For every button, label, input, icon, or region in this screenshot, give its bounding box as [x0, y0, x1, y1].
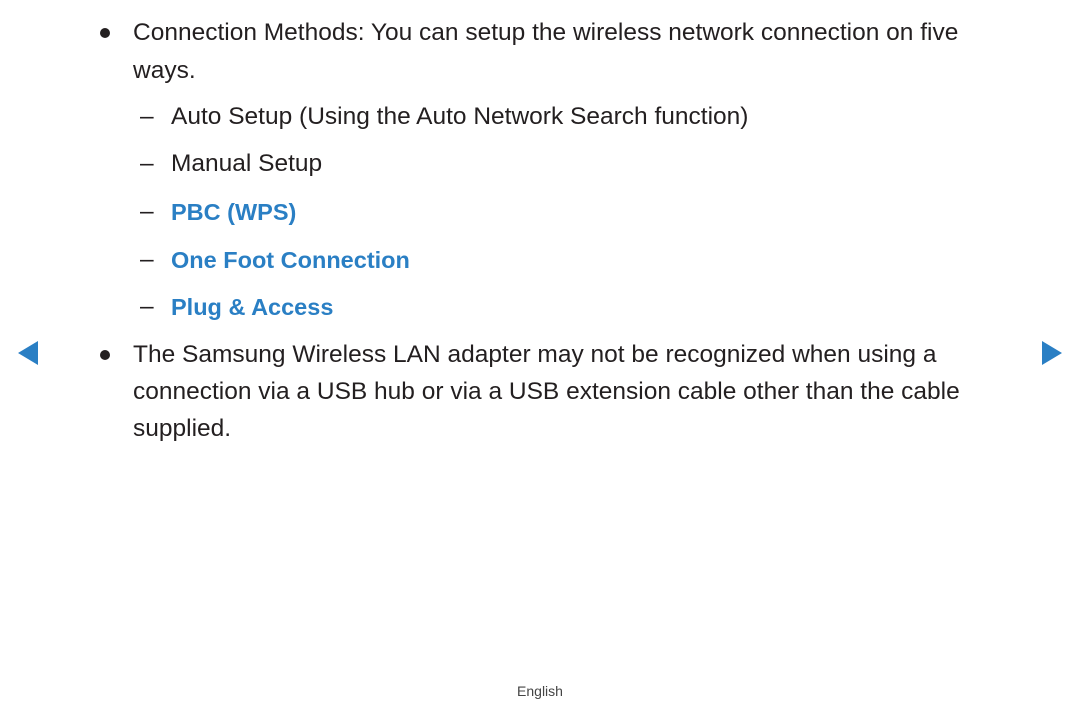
item-manual-setup: Manual Setup — [171, 150, 323, 177]
dash-icon: – — [140, 150, 154, 177]
dash-icon: – — [140, 293, 154, 320]
connection-methods-line-2: ways. — [133, 57, 196, 84]
dash-icon: – — [140, 198, 154, 225]
connection-methods-line-1: Connection Methods: You can setup the wi… — [133, 19, 959, 46]
usb-note-line-3: supplied. — [133, 415, 232, 442]
bullet-dot-icon — [100, 350, 110, 360]
previous-page-arrow-icon[interactable] — [18, 341, 38, 365]
usb-note-line-2: connection via a USB hub or via a USB ex… — [133, 378, 960, 405]
usb-note-line-1: The Samsung Wireless LAN adapter may not… — [133, 341, 937, 368]
bullet-dot-icon — [100, 28, 110, 38]
item-auto-setup: Auto Setup (Using the Auto Network Searc… — [171, 103, 749, 130]
dash-icon: – — [140, 246, 154, 273]
next-page-arrow-icon[interactable] — [1042, 341, 1062, 365]
link-one-foot-connection[interactable]: One Foot Connection — [171, 245, 410, 275]
link-pbc-wps[interactable]: PBC (WPS) — [171, 197, 296, 227]
footer-language: English — [517, 683, 563, 699]
link-plug-and-access[interactable]: Plug & Access — [171, 292, 333, 322]
dash-icon: – — [140, 103, 154, 130]
